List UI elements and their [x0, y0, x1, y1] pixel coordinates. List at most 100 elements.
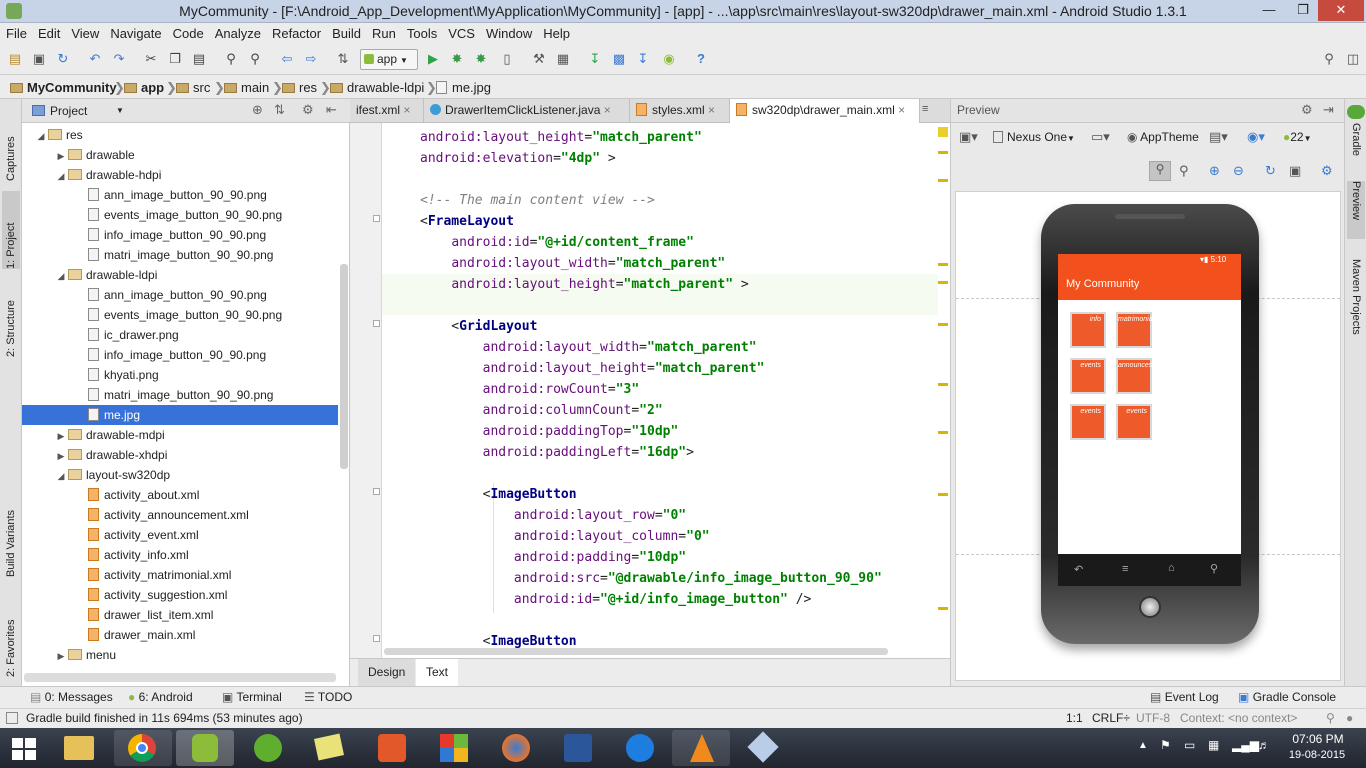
hide-panel-icon[interactable]: ⇤: [326, 102, 337, 118]
tree-file[interactable]: drawer_main.xml: [22, 625, 338, 645]
gradle-console-tab[interactable]: ▣ Gradle Console: [1238, 690, 1336, 704]
crumb-res[interactable]: res: [282, 80, 317, 95]
zoom-fit-icon[interactable]: ⚲: [1149, 161, 1171, 181]
tab-text[interactable]: Text: [416, 659, 459, 686]
menu-view[interactable]: View: [65, 23, 104, 41]
events-image-button[interactable]: events: [1116, 404, 1152, 440]
close-icon[interactable]: ×: [708, 103, 715, 117]
android-monitor-icon[interactable]: ◉: [660, 50, 678, 68]
paste-icon[interactable]: ▤: [190, 50, 208, 68]
expanded-arrow-icon[interactable]: ◢: [34, 126, 48, 146]
hide-panel-icon[interactable]: ⇥: [1323, 99, 1334, 121]
menu-edit[interactable]: Edit: [32, 23, 65, 41]
settings-gear-icon[interactable]: ⚙: [302, 102, 314, 118]
tree-file[interactable]: drawer_list_item.xml: [22, 605, 338, 625]
menu-icon[interactable]: ≡: [1122, 563, 1128, 575]
crumb-drawable-ldpi[interactable]: drawable-ldpi: [330, 80, 424, 95]
android-tab[interactable]: ● 6: Android: [128, 690, 193, 704]
warning-marker[interactable]: [938, 383, 948, 386]
search-icon[interactable]: ⚲: [1210, 562, 1218, 575]
matrimonial-image-button[interactable]: matrimonials: [1116, 312, 1158, 348]
warning-marker[interactable]: [938, 263, 948, 266]
project-tab[interactable]: 1: Project: [2, 191, 20, 269]
warning-marker[interactable]: [938, 281, 948, 284]
locale-icon[interactable]: ◉▾: [1247, 129, 1265, 145]
api-level-select[interactable]: ●22▼: [1283, 130, 1312, 144]
zoom-actual-icon[interactable]: ⚲: [1179, 163, 1189, 179]
collapsed-arrow-icon[interactable]: ▶: [54, 146, 68, 166]
maximize-button[interactable]: ❐: [1288, 0, 1318, 21]
tree-file[interactable]: me.jpg: [22, 405, 338, 425]
collapsed-arrow-icon[interactable]: ▶: [54, 646, 68, 666]
android-studio-taskbar-icon[interactable]: [176, 730, 234, 766]
menu-refactor[interactable]: Refactor: [266, 23, 326, 41]
tab-drawer-main[interactable]: sw320dp\drawer_main.xml ×: [730, 99, 920, 123]
redo-icon[interactable]: ↷: [110, 50, 128, 68]
run-icon[interactable]: ▶: [424, 50, 442, 68]
refresh-icon[interactable]: ↻: [1265, 163, 1276, 179]
tree-file[interactable]: info_image_button_90_90.png: [22, 225, 338, 245]
panel-icon[interactable]: ◫: [1344, 50, 1362, 68]
clock-date[interactable]: 19-08-2015: [1284, 749, 1350, 761]
warning-marker[interactable]: [938, 607, 948, 610]
maven-projects-tab[interactable]: Maven Projects: [1347, 259, 1365, 355]
caret-position[interactable]: 1:1: [1066, 711, 1083, 725]
captures-tab[interactable]: Captures: [2, 107, 20, 181]
expanded-arrow-icon[interactable]: ◢: [54, 266, 68, 286]
file-encoding[interactable]: UTF-8: [1136, 711, 1170, 725]
editor-hscrollbar[interactable]: [384, 648, 888, 655]
crumb-project[interactable]: MyCommunity: [10, 80, 117, 95]
tree-file[interactable]: activity_announcement.xml: [22, 505, 338, 525]
tree-file[interactable]: matri_image_button_90_90.png: [22, 245, 338, 265]
avd-manager-icon[interactable]: ▩: [610, 50, 628, 68]
menu-code[interactable]: Code: [167, 23, 209, 41]
undo-icon[interactable]: ↶: [86, 50, 104, 68]
inspection-icon[interactable]: ●: [1346, 711, 1353, 725]
back-icon[interactable]: ↶: [1074, 563, 1083, 576]
tree-file[interactable]: activity_info.xml: [22, 545, 338, 565]
open-folder-icon[interactable]: ▤: [6, 50, 24, 68]
tab-manifest[interactable]: ifest.xml ×: [350, 99, 424, 123]
tree-folder[interactable]: ▶ drawable-mdpi: [22, 425, 338, 445]
tree-file[interactable]: activity_suggestion.xml: [22, 585, 338, 605]
tree-file[interactable]: info_image_button_90_90.png: [22, 345, 338, 365]
announcement-image-button[interactable]: announces: [1116, 358, 1152, 394]
warning-marker[interactable]: [938, 493, 948, 496]
tree-file[interactable]: khyati.png: [22, 365, 338, 385]
tree-file[interactable]: events_image_button_90_90.png: [22, 205, 338, 225]
preview-settings-icon[interactable]: ⚙: [1321, 163, 1333, 179]
menu-run[interactable]: Run: [366, 23, 401, 41]
vlc-icon[interactable]: [672, 730, 730, 766]
lock-icon[interactable]: ⚲: [1326, 711, 1335, 725]
context-selector[interactable]: Context: <no context>: [1180, 711, 1297, 725]
tray-expand-icon[interactable]: ▲: [1138, 740, 1148, 751]
tree-file[interactable]: activity_event.xml: [22, 525, 338, 545]
tree-file[interactable]: ann_image_button_90_90.png: [22, 285, 338, 305]
project-structure-icon[interactable]: ⚒: [530, 50, 548, 68]
tree-hscrollbar[interactable]: [24, 673, 336, 682]
find-icon[interactable]: ⚲: [222, 50, 240, 68]
tree-folder[interactable]: ▶ menu: [22, 645, 338, 665]
warning-marker[interactable]: [938, 431, 948, 434]
back-icon[interactable]: ⇦: [278, 50, 296, 68]
action-center-icon[interactable]: ⚑: [1160, 738, 1171, 752]
gradle-tab[interactable]: Gradle: [1347, 123, 1365, 177]
cut-icon[interactable]: ✂: [142, 50, 160, 68]
tree-folder[interactable]: ◢ layout-sw320dp: [22, 465, 338, 485]
menu-navigate[interactable]: Navigate: [104, 23, 166, 41]
clock-time[interactable]: 07:06 PM: [1290, 732, 1346, 746]
tree-scrollbar[interactable]: [340, 264, 348, 469]
events-image-button[interactable]: events: [1070, 404, 1106, 440]
crumb-app[interactable]: app: [124, 80, 164, 95]
tree-folder[interactable]: ◢ drawable-hdpi: [22, 165, 338, 185]
build-variants-tab[interactable]: Build Variants: [2, 487, 20, 577]
crumb-main[interactable]: main: [224, 80, 269, 95]
chrome-icon[interactable]: [114, 730, 172, 766]
volume-icon[interactable]: ♬: [1258, 738, 1270, 752]
music-icon[interactable]: [362, 730, 420, 766]
tree-file[interactable]: activity_matrimonial.xml: [22, 565, 338, 585]
minimize-button[interactable]: —: [1254, 0, 1284, 21]
run-config-select[interactable]: app ▼: [360, 49, 418, 70]
warning-marker[interactable]: [938, 151, 948, 154]
close-icon[interactable]: ×: [898, 103, 905, 117]
